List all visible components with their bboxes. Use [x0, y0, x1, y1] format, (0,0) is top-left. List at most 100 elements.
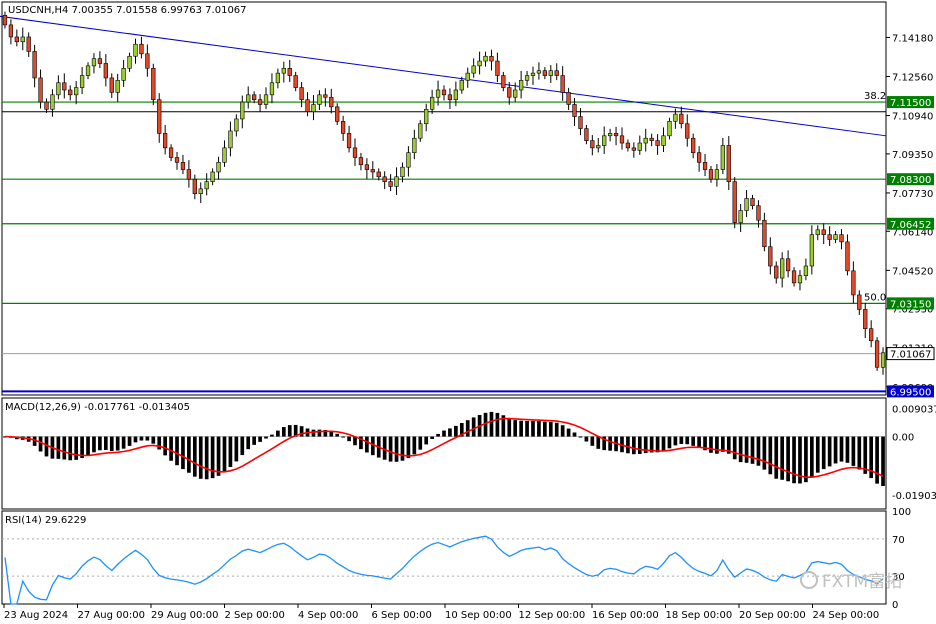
candle-body: [483, 55, 488, 62]
fxtm-logo-icon: [800, 571, 818, 589]
macd-histogram-bar: [756, 436, 761, 466]
macd-histogram-bar: [465, 420, 470, 437]
candle-body: [222, 147, 227, 163]
macd-histogram-bar: [163, 436, 167, 456]
candle-body: [602, 135, 607, 146]
rsi-axis-label: 70: [892, 535, 905, 546]
candle-body: [299, 87, 304, 100]
candle-body: [797, 275, 803, 284]
price-axis-label: 7.07730: [892, 189, 933, 200]
macd-histogram-bar: [442, 430, 446, 437]
macd-histogram-bar: [38, 436, 43, 452]
candle-body: [774, 265, 779, 279]
candle-body: [32, 51, 37, 79]
macd-histogram-bar: [74, 436, 79, 460]
candle-body: [228, 130, 233, 149]
candle-body: [204, 181, 209, 190]
macd-histogram-bar: [857, 436, 862, 470]
time-axis-label: 18 Sep 00:00: [666, 610, 733, 621]
macd-histogram-bar: [204, 436, 209, 480]
macd-histogram-bar: [548, 421, 553, 437]
macd-histogram-bar: [792, 436, 796, 484]
macd-histogram-bar: [673, 436, 678, 446]
candle-body: [163, 133, 168, 149]
macd-histogram-bar: [234, 436, 239, 462]
candle-body: [174, 157, 180, 163]
macd-histogram-bar: [388, 436, 393, 462]
candle-body: [406, 152, 411, 168]
macd-histogram-bar: [418, 436, 423, 450]
macd-histogram-bar: [809, 436, 814, 478]
macd-histogram-bar: [103, 436, 108, 450]
candle-body: [720, 145, 725, 170]
candle-body: [68, 89, 73, 96]
candle-body: [8, 24, 14, 38]
candle-body: [287, 68, 292, 76]
candle-body: [702, 162, 708, 170]
candle-body: [625, 142, 631, 149]
macd-histogram-bar: [531, 421, 535, 437]
macd-histogram-bar: [827, 436, 832, 467]
candle-body: [97, 58, 103, 64]
main-header: USDCNH,H4 7.00355 7.01558 6.99763 7.0106…: [8, 5, 247, 16]
candle-body: [542, 70, 547, 76]
macd-histogram-bar: [839, 436, 844, 462]
macd-histogram-bar: [655, 436, 660, 453]
macd-histogram-bar: [56, 436, 61, 459]
candle-body: [874, 340, 880, 368]
candle-body: [655, 140, 660, 146]
macd-histogram-bar: [750, 436, 755, 464]
macd-histogram-bar: [768, 436, 773, 475]
candle-body: [370, 169, 375, 173]
chart-canvas[interactable]: 7.141807.125607.109407.093507.077307.061…: [0, 0, 936, 624]
level-price-label: 7.06452: [890, 220, 931, 231]
rsi-panel: [1, 510, 887, 605]
candle-body: [127, 55, 132, 69]
macd-histogram-bar: [222, 436, 227, 473]
macd-histogram-bar: [181, 436, 185, 470]
macd-histogram-bar: [667, 436, 672, 449]
macd-histogram-bar: [715, 436, 719, 454]
macd-histogram-bar: [780, 436, 785, 480]
macd-histogram-bar: [92, 436, 96, 453]
candle-body: [317, 94, 322, 105]
time-axis-label: 24 Sep 00:00: [813, 610, 880, 621]
macd-histogram-bar: [762, 436, 767, 470]
macd-histogram-bar: [471, 417, 476, 437]
macd-histogram-bar: [394, 436, 399, 462]
candle-body: [26, 36, 31, 52]
candle-body: [388, 181, 393, 187]
candle-body: [518, 80, 524, 91]
macd-histogram-bar: [685, 436, 690, 445]
macd-histogram-bar: [430, 436, 434, 439]
macd-axis-label: -0.019037: [892, 491, 936, 502]
macd-histogram-bar: [519, 420, 523, 437]
macd-histogram-bar: [584, 436, 589, 442]
candle-body: [667, 121, 672, 137]
macd-histogram-bar: [210, 436, 215, 479]
candle-body: [346, 133, 352, 149]
macd-histogram-bar: [198, 436, 203, 479]
price-axis-label: 7.10940: [892, 112, 933, 123]
candle-body: [696, 152, 702, 163]
candle-body: [74, 87, 79, 96]
candle-body: [311, 104, 316, 113]
macd-histogram-bar: [228, 436, 233, 467]
macd-histogram-bar: [590, 436, 595, 446]
macd-histogram-bar: [596, 436, 601, 449]
candle-body: [507, 87, 512, 98]
level-price-label: 7.11500: [890, 98, 931, 109]
candle-body: [441, 89, 447, 96]
candle-body: [785, 258, 791, 272]
candle-body: [590, 140, 595, 149]
candle-body: [495, 60, 500, 76]
macd-histogram-bar: [109, 436, 114, 452]
candle-body: [863, 309, 868, 329]
macd-histogram-bar: [287, 425, 292, 437]
macd-histogram-bar: [697, 436, 701, 448]
macd-histogram-bar: [400, 436, 405, 461]
rsi-axis-label: 0: [892, 600, 898, 611]
time-axis-label: 6 Sep 00:00: [372, 610, 432, 621]
macd-histogram-bar: [187, 436, 191, 473]
candle-body: [791, 270, 797, 284]
